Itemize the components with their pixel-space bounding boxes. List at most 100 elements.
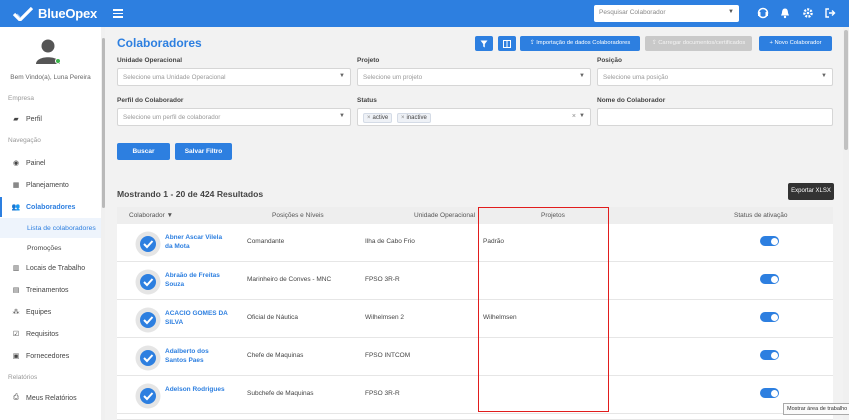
bell-icon[interactable] xyxy=(779,7,791,19)
collaborator-name-link[interactable]: Adelson Rodrigues xyxy=(165,385,231,394)
unit-select[interactable]: Selecione uma Unidade Operacional ▼ xyxy=(117,68,351,86)
sidebar-item-planejamento[interactable]: ▦ Planejamento xyxy=(0,175,101,195)
collaborator-name-input[interactable] xyxy=(597,108,833,126)
search-collaborator-placeholder: Pesquisar Colaborador xyxy=(599,9,666,16)
table-row[interactable]: Abraão de Freitas Souza Marinheiro de Co… xyxy=(117,262,833,300)
sidebar-item-requisitos[interactable]: ☑ Requisitos xyxy=(0,324,101,344)
status-tag-active[interactable]: × active xyxy=(363,113,393,123)
support-icon[interactable] xyxy=(757,7,769,19)
online-status-dot xyxy=(55,58,61,64)
menu-toggle-icon[interactable] xyxy=(113,7,123,19)
unit-select-placeholder: Selecione uma Unidade Operacional xyxy=(123,74,226,81)
verified-avatar-icon xyxy=(135,307,161,333)
remove-tag-icon[interactable]: × xyxy=(401,115,405,121)
sidebar-item-painel[interactable]: ◉ Painel xyxy=(0,153,101,173)
gear-icon[interactable] xyxy=(802,7,814,19)
position-select-placeholder: Selecione uma posição xyxy=(603,74,669,81)
building-icon: ▥ xyxy=(12,265,20,272)
chevron-down-icon: ▼ xyxy=(728,9,734,15)
active-toggle[interactable] xyxy=(760,312,779,322)
position-cell: Marinheiro de Conves - MNC xyxy=(247,276,332,283)
welcome-text: Bem Vindo(a), Luna Pereira xyxy=(10,74,91,81)
app-name: BlueOpex xyxy=(38,6,98,21)
table-row[interactable] xyxy=(117,414,833,420)
verified-avatar-icon xyxy=(135,383,161,409)
unit-cell: FPSO 3R-R xyxy=(365,276,400,283)
supplier-icon: ▣ xyxy=(12,353,20,360)
search-collaborator-select[interactable]: Pesquisar Colaborador ▼ xyxy=(594,5,739,22)
collaborator-name-link[interactable]: Abraão de Freitas Souza xyxy=(165,271,231,289)
calendar-icon: ▦ xyxy=(12,182,20,189)
table-row[interactable]: Adelson Rodrigues Subchefe de Maquinas F… xyxy=(117,376,833,414)
upload-icon: ⇪ xyxy=(529,40,535,46)
project-select[interactable]: Selecione um projeto ▼ xyxy=(357,68,591,86)
save-filter-button[interactable]: Salvar Filtro xyxy=(175,143,232,160)
upload-docs-button-label: Carregar documentos/certificados xyxy=(658,40,746,46)
training-icon: ▤ xyxy=(12,287,20,294)
upload-documents-button[interactable]: ⇪ Carregar documentos/certificados xyxy=(645,36,752,51)
table-row[interactable]: ACACIO GOMES DA SILVA Oficial de Náutica… xyxy=(117,300,833,338)
sidebar-item-colaboradores[interactable]: 👥 Colaboradores xyxy=(0,197,101,217)
unit-filter-label: Unidade Operacional xyxy=(117,57,183,64)
sidebar-item-locais[interactable]: ▥ Locais de Trabalho xyxy=(0,258,101,278)
active-toggle[interactable] xyxy=(760,350,779,360)
export-xlsx-button[interactable]: Exportar XLSX xyxy=(788,183,834,200)
verified-avatar-icon xyxy=(135,269,161,295)
logout-icon[interactable] xyxy=(824,7,836,19)
position-filter-label: Posição xyxy=(597,57,622,64)
collaborator-name-link[interactable]: Abner Ascar Vilela da Mota xyxy=(165,233,231,251)
checkbox-icon: ☑ xyxy=(12,331,20,338)
sidebar-item-meus-relatorios[interactable]: ⎙ Meus Relatórios xyxy=(0,388,101,408)
section-empresa: Empresa xyxy=(8,95,35,102)
profile-filter-label: Perfil do Colaborador xyxy=(117,97,184,104)
results-summary: Mostrando 1 - 20 de 424 Resultados xyxy=(117,189,264,199)
sidebar-item-label: Fornecedores xyxy=(26,352,70,360)
app-logo[interactable]: BlueOpex xyxy=(13,5,97,22)
sidebar-item-perfil[interactable]: ▰ Perfil xyxy=(0,109,101,129)
table-row[interactable]: Adalberto dos Santos Paes Chefe de Maqui… xyxy=(117,338,833,376)
upload-icon: ⇪ xyxy=(651,40,657,46)
column-header-positions: Posições e Níveis xyxy=(272,212,324,219)
active-toggle[interactable] xyxy=(760,388,779,398)
collaborator-name-link[interactable]: ACACIO GOMES DA SILVA xyxy=(165,309,231,327)
sidebar-item-label: Requisitos xyxy=(26,330,59,338)
sidebar-item-label: Equipes xyxy=(26,308,52,316)
remove-tag-icon[interactable]: × xyxy=(367,115,371,121)
column-header-name[interactable]: Colaborador ▼ xyxy=(129,212,173,219)
profile-select[interactable]: Selecione um perfil de colaborador ▼ xyxy=(117,108,351,126)
section-relatorios: Relatórios xyxy=(8,374,38,381)
verified-avatar-icon xyxy=(135,345,161,371)
chevron-down-icon: ▼ xyxy=(339,113,345,119)
logo-check-icon xyxy=(13,6,33,21)
table-row[interactable]: Abner Ascar Vilela da Mota Comandante Il… xyxy=(117,224,833,262)
project-filter-label: Projeto xyxy=(357,57,380,64)
sidebar-subitem-lista[interactable]: Lista de colaboradores xyxy=(0,218,101,238)
columns-button[interactable] xyxy=(498,36,516,51)
sidebar-item-fornecedores[interactable]: ▣ Fornecedores xyxy=(0,346,101,366)
status-tag-label: active xyxy=(372,115,389,121)
sidebar-scrollbar-thumb[interactable] xyxy=(102,38,105,208)
status-tag-inactive[interactable]: × inactive xyxy=(396,113,431,123)
chevron-down-icon: ▼ xyxy=(821,73,827,79)
sidebar-item-treinamentos[interactable]: ▤ Treinamentos xyxy=(0,280,101,300)
sidebar-item-equipes[interactable]: ⁂ Equipes xyxy=(0,302,101,322)
unit-cell: Wilhelmsen 2 xyxy=(365,314,405,321)
position-select[interactable]: Selecione uma posição ▼ xyxy=(597,68,833,86)
column-header-status: Status de ativação xyxy=(734,212,788,219)
status-multiselect[interactable]: × active × inactive × ▼ xyxy=(357,108,591,126)
main-scrollbar-thumb[interactable] xyxy=(844,30,848,150)
active-toggle[interactable] xyxy=(760,236,779,246)
sidebar-subitem-label: Lista de colaboradores xyxy=(27,224,96,232)
import-collaborators-button[interactable]: ⇪ Importação de dados Colaboradores xyxy=(520,36,640,51)
sidebar-subitem-promocoes[interactable]: Promoções xyxy=(0,238,101,258)
filter-icon xyxy=(480,40,488,47)
search-button[interactable]: Buscar xyxy=(117,143,170,160)
filter-button[interactable] xyxy=(475,36,493,51)
new-collaborator-button[interactable]: + Novo Colaborador xyxy=(759,36,832,51)
unit-cell: Ilha de Cabo Frio xyxy=(365,238,415,245)
status-filter-label: Status xyxy=(357,97,377,104)
active-toggle[interactable] xyxy=(760,274,779,284)
clear-selection-icon[interactable]: × xyxy=(572,113,576,120)
briefcase-icon: ▰ xyxy=(13,116,19,123)
collaborator-name-link[interactable]: Adalberto dos Santos Paes xyxy=(165,347,231,365)
